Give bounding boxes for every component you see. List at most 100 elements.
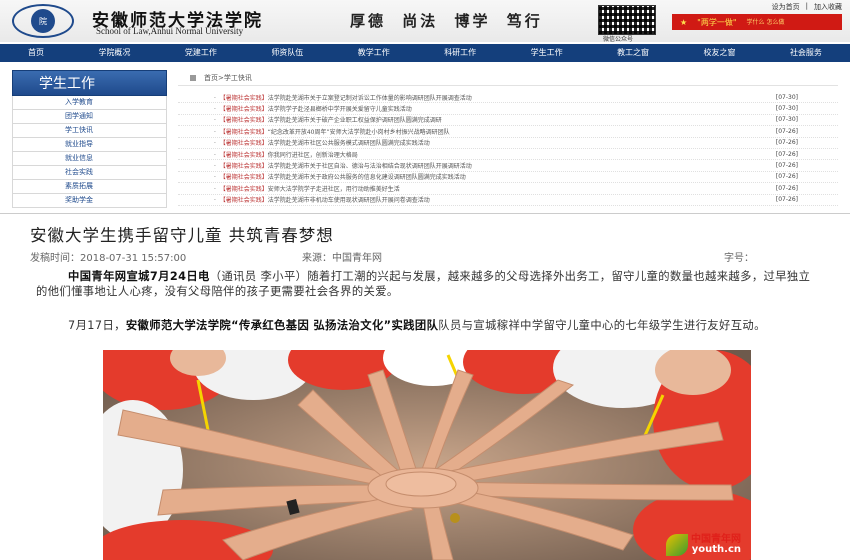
nav-item-faculty[interactable]: 师资队伍 <box>271 44 303 62</box>
news-title[interactable]: · 【暑期社会实践】法学院赴芜湖市关于政府公共服务的信息化建设调研团队圆满完成实… <box>214 172 466 181</box>
main-nav: 首页 学院概况 党建工作 师资队伍 教学工作 科研工作 学生工作 教工之窗 校友… <box>0 44 850 62</box>
nav-item-home[interactable]: 首页 <box>28 44 44 62</box>
article-source: 来源：中国青年网 <box>302 253 382 264</box>
news-row[interactable]: · 【暑期社会实践】法学院学子赴泾县榔桥中学开展关爱留守儿童实践活动 [07-30… <box>178 103 838 115</box>
topbar-divider: | <box>805 2 808 10</box>
news-list-panel: 首页>学工快讯 · 【暑期社会实践】法学院赴芜湖市关于立案登记制对诉讼工作体量的… <box>178 70 838 206</box>
news-tag: 【暑期社会实践】 <box>219 94 268 102</box>
news-row[interactable]: · 【暑期社会实践】你我同行进社区，创新治理大格局 [07-26] <box>178 149 838 161</box>
motto-word: 尚法 <box>402 12 439 30</box>
news-date: [07-30] <box>775 116 798 124</box>
news-title-text: 法学院学子赴泾县榔桥中学开展关爱留守儿童实践活动 <box>267 106 412 114</box>
nav-item-research[interactable]: 科研工作 <box>444 44 476 62</box>
sidebar-item[interactable]: 团学通知 <box>12 110 167 124</box>
breadcrumb-text[interactable]: 首页>学工快讯 <box>204 74 252 82</box>
news-tag: 【暑期社会实践】 <box>219 117 268 125</box>
dateline: 中国青年网宣城7月24日电 <box>68 270 210 283</box>
banner-main-text: "两学一做" <box>697 17 737 27</box>
sidebar-item[interactable]: 入学教育 <box>12 96 167 110</box>
team-name: 安徽师范大学法学院“传承红色基因 弘扬法治文化”实践团队 <box>125 319 439 332</box>
nav-item-alumni[interactable]: 校友之窗 <box>704 44 736 62</box>
article-photo: 中国青年网 youth.cn <box>103 350 751 560</box>
font-size-control[interactable]: 字号： <box>724 249 754 264</box>
school-name-en: School of Law,Anhui Normal University <box>96 26 244 36</box>
set-homepage-link[interactable]: 设为首页 <box>772 2 800 12</box>
school-website: 院 安徽师范大学法学院 School of Law,Anhui Normal U… <box>0 0 850 214</box>
news-date: [07-26] <box>775 173 798 181</box>
news-title-text: 你我同行进社区，创新治理大格局 <box>267 151 358 159</box>
motto-word: 笃行 <box>506 12 543 30</box>
news-title[interactable]: · 【暑期社会实践】安师大法学院学子走进社区，用行动助推美好生活 <box>214 184 400 193</box>
news-title-text: 法学院赴芜湖市社区公共服务模式调研团队圆满完成实践活动 <box>267 140 430 148</box>
sidebar-item[interactable]: 社会实践 <box>12 166 167 180</box>
news-row[interactable]: · 【暑期社会实践】法学院赴芜湖市非机动车使用现状调研团队开展问卷调查活动 [07… <box>178 195 838 206</box>
news-title[interactable]: · 【暑期社会实践】法学院赴芜湖市关于立案登记制对诉讼工作体量的影响调研团队开展… <box>214 93 472 102</box>
news-title-text: 法学院赴芜湖市关于政府公共服务的信息化建设调研团队圆满完成实践活动 <box>267 174 466 182</box>
news-row[interactable]: · 【暑期社会实践】“纪念改革开放40周年”安师大法学院赴小岗村乡村振兴战略调研… <box>178 126 838 138</box>
news-title[interactable]: · 【暑期社会实践】你我同行进社区，创新治理大格局 <box>214 150 358 159</box>
news-title-text: 法学院赴芜湖市关于立案登记制对诉讼工作体量的影响调研团队开展调查活动 <box>267 94 472 102</box>
nav-item-teaching[interactable]: 教学工作 <box>358 44 390 62</box>
news-title-text: 安师大法学院学子走进社区，用行动助推美好生活 <box>267 185 400 193</box>
sidebar-item[interactable]: 就业信息 <box>12 152 167 166</box>
article-paragraph: 中国青年网宣城7月24日电（通讯员 李小平）随着打工潮的兴起与发展，越来越多的父… <box>36 269 818 299</box>
news-date: [07-26] <box>775 196 798 204</box>
news-title[interactable]: · 【暑期社会实践】法学院赴芜湖市社区公共服务模式调研团队圆满完成实践活动 <box>214 138 430 147</box>
school-motto: 厚德 尚法 博学 笃行 <box>350 10 543 31</box>
sidebar: 学生工作 入学教育 团学通知 学工快讯 就业指导 就业信息 社会实践 素质拓展 … <box>12 70 167 208</box>
news-tag: 【暑期社会实践】 <box>219 140 268 148</box>
school-logo-emblem: 院 <box>31 9 55 33</box>
two-studies-banner[interactable]: ★ "两学一做" 学什么 怎么做 <box>672 14 842 30</box>
nav-item-staff[interactable]: 教工之窗 <box>617 44 649 62</box>
news-tag: 【暑期社会实践】 <box>219 174 268 182</box>
news-row[interactable]: · 【暑期社会实践】法学院赴芜湖市关于政府公共服务的信息化建设调研团队圆满完成实… <box>178 172 838 184</box>
sidebar-item[interactable]: 学工快讯 <box>12 124 167 138</box>
news-title-text: 法学院赴芜湖市关于破产企业职工权益保护调研团队圆满完成调研 <box>267 117 442 125</box>
sidebar-item[interactable]: 就业指导 <box>12 138 167 152</box>
news-title-text: 法学院赴芜湖市非机动车使用现状调研团队开展问卷调查活动 <box>267 197 430 205</box>
watermark-line2: youth.cn <box>691 544 741 555</box>
qr-label: 微信公众号 <box>603 36 634 43</box>
news-title-text: “纪念改革开放40周年”安师大法学院赴小岗村乡村振兴战略调研团队 <box>267 128 450 136</box>
news-title[interactable]: · 【暑期社会实践】法学院赴芜湖市非机动车使用现状调研团队开展问卷调查活动 <box>214 195 430 204</box>
youth-cn-watermark: 中国青年网 youth.cn <box>666 534 741 556</box>
article-title: 安徽大学生携手留守儿童 共筑青春梦想 <box>30 226 334 245</box>
breadcrumb: 首页>学工快讯 <box>178 70 838 86</box>
news-article: 安徽大学生携手留守儿童 共筑青春梦想 发稿时间：2018-07-31 15:57… <box>0 216 850 560</box>
news-date: [07-26] <box>775 184 798 192</box>
add-favorite-link[interactable]: 加入收藏 <box>814 2 842 12</box>
news-title[interactable]: · 【暑期社会实践】法学院赴芜湖市关于破产企业职工权益保护调研团队圆满完成调研 <box>214 115 442 124</box>
nav-item-students[interactable]: 学生工作 <box>531 44 563 62</box>
site-header: 院 安徽师范大学法学院 School of Law,Anhui Normal U… <box>0 0 850 43</box>
motto-word: 厚德 <box>350 12 387 30</box>
news-row[interactable]: · 【暑期社会实践】法学院赴芜湖市社区公共服务模式调研团队圆满完成实践活动 [07… <box>178 138 838 149</box>
news-tag: 【暑期社会实践】 <box>219 185 268 193</box>
topbar-links: 设为首页 | 加入收藏 <box>772 2 842 12</box>
news-tag: 【暑期社会实践】 <box>219 163 268 171</box>
news-row[interactable]: · 【暑期社会实践】法学院赴芜湖市关于立案登记制对诉讼工作体量的影响调研团队开展… <box>178 92 838 104</box>
sidebar-item[interactable]: 素质拓展 <box>12 180 167 194</box>
news-tag: 【暑期社会实践】 <box>219 128 268 136</box>
news-row[interactable]: · 【暑期社会实践】安师大法学院学子走进社区，用行动助推美好生活 [07-26] <box>178 183 838 195</box>
paragraph-text: 队员与宣城稼祥中学留守儿童中心的七年级学生进行友好互动。 <box>438 319 766 332</box>
school-logo[interactable]: 院 <box>12 4 74 38</box>
sidebar-title: 学生工作 <box>12 70 167 96</box>
nav-item-service[interactable]: 社会服务 <box>790 44 822 62</box>
news-row[interactable]: · 【暑期社会实践】法学院赴芜湖市关于社区自治、德治与法治相结合现状调研团队开展… <box>178 160 838 172</box>
nav-item-overview[interactable]: 学院概况 <box>98 44 130 62</box>
banner-star-icon: ★ <box>680 17 688 27</box>
youth-leaf-logo-icon <box>666 534 688 556</box>
news-title[interactable]: · 【暑期社会实践】“纪念改革开放40周年”安师大法学院赴小岗村乡村振兴战略调研… <box>214 127 450 136</box>
news-row[interactable]: · 【暑期社会实践】法学院赴芜湖市关于破产企业职工权益保护调研团队圆满完成调研 [… <box>178 115 838 127</box>
hands-together-photo <box>103 350 751 560</box>
news-title[interactable]: · 【暑期社会实践】法学院学子赴泾县榔桥中学开展关爱留守儿童实践活动 <box>214 104 412 113</box>
motto-word: 博学 <box>454 12 491 30</box>
news-title-text: 法学院赴芜湖市关于社区自治、德治与法治相结合现状调研团队开展调研活动 <box>267 163 472 171</box>
news-date: [07-30] <box>775 105 798 113</box>
sidebar-item[interactable]: 奖助学金 <box>12 194 167 208</box>
news-date: [07-26] <box>775 162 798 170</box>
publish-date: 发稿时间：2018-07-31 15:57:00 <box>30 253 187 264</box>
news-date: [07-26] <box>775 139 798 147</box>
news-title[interactable]: · 【暑期社会实践】法学院赴芜湖市关于社区自治、德治与法治相结合现状调研团队开展… <box>214 161 472 170</box>
nav-item-party[interactable]: 党建工作 <box>185 44 217 62</box>
